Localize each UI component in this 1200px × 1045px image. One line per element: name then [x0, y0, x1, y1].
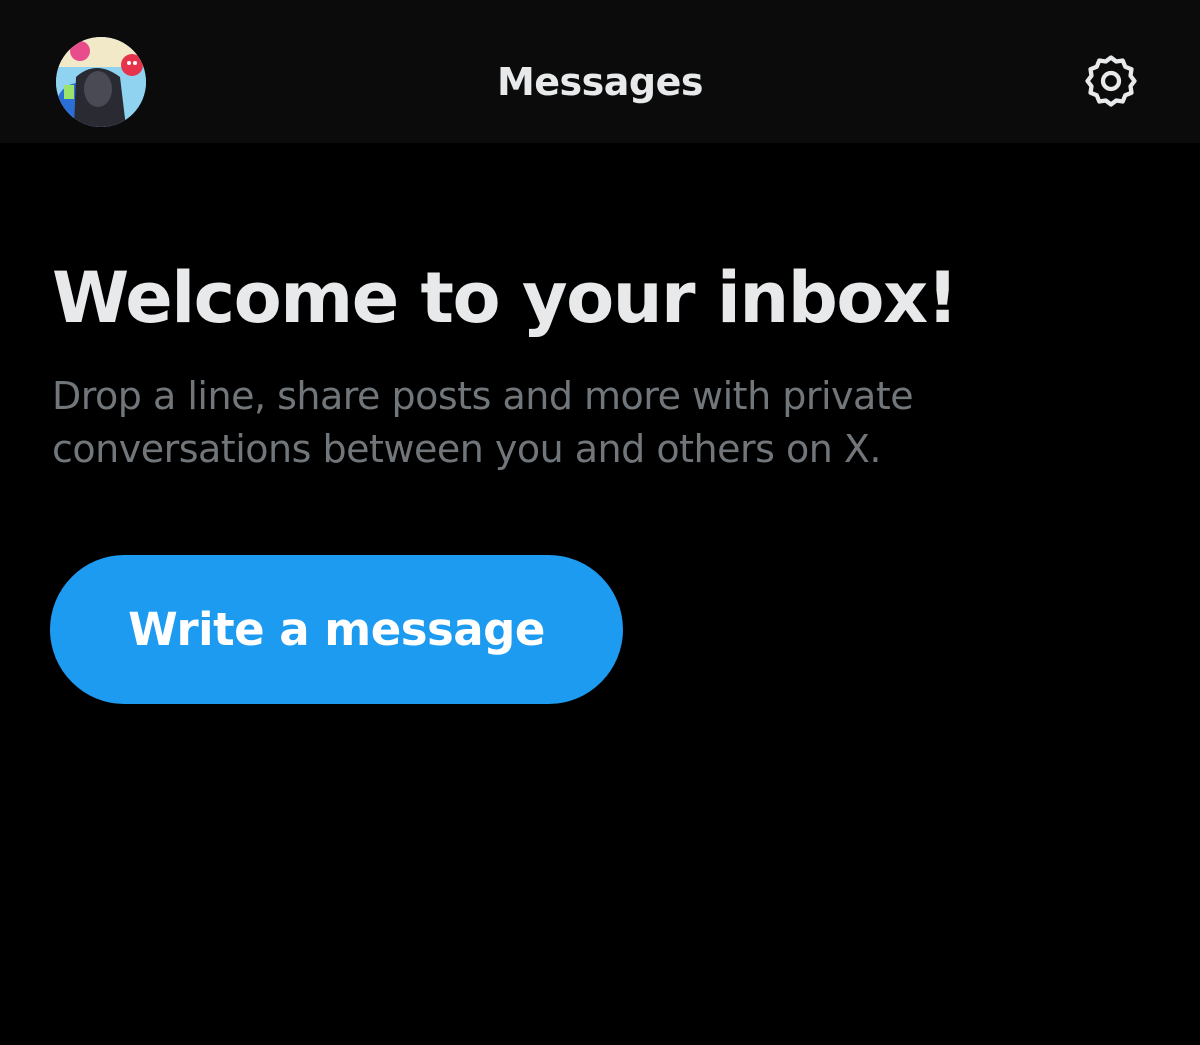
- page-title: Messages: [496, 60, 704, 104]
- messages-screen: Messages Welcome to your inbox! Drop a l…: [0, 0, 1200, 1045]
- settings-button[interactable]: [1076, 48, 1146, 118]
- gear-icon: [1081, 51, 1141, 115]
- write-message-label: Write a message: [128, 603, 545, 656]
- welcome-heading: Welcome to your inbox!: [52, 257, 959, 339]
- top-bar: Messages: [0, 0, 1200, 143]
- welcome-description: Drop a line, share posts and more with p…: [52, 374, 914, 471]
- write-message-button[interactable]: Write a message: [50, 555, 623, 704]
